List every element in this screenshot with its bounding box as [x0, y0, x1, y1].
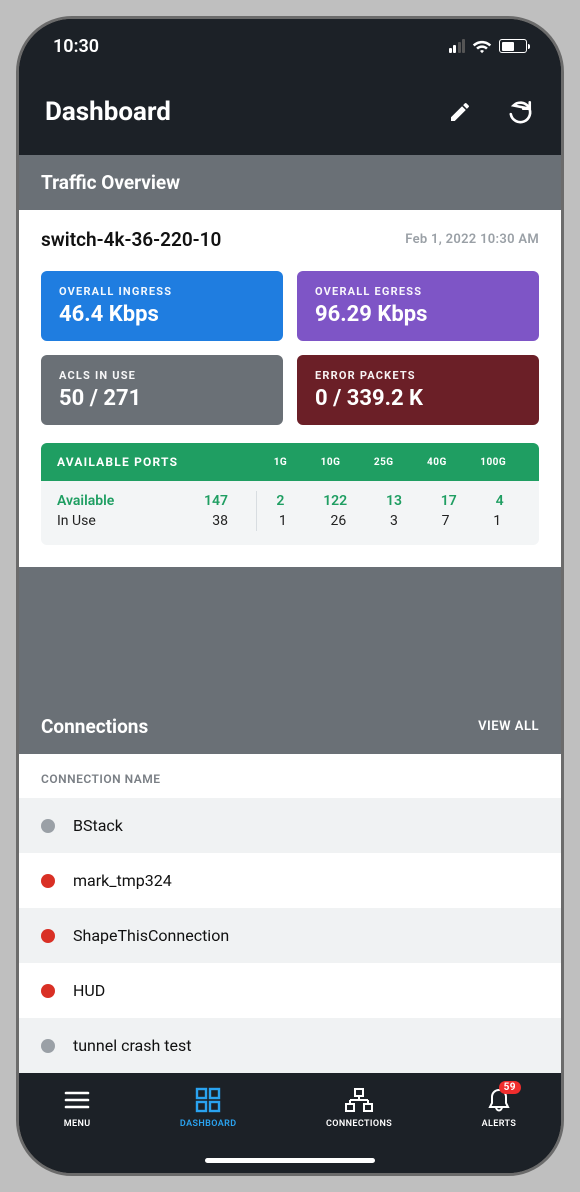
ports-inuse-label: In Use [57, 513, 96, 529]
device-row: switch-4k-36-220-10 Feb 1, 2022 10:30 AM [19, 210, 561, 261]
connections-icon [344, 1087, 374, 1113]
status-right [449, 39, 528, 54]
phone-frame: 10:30 Dashboard Traffic Overview switch-… [16, 16, 564, 1176]
section-gap [19, 567, 561, 699]
connection-name: HUD [73, 981, 105, 1000]
refresh-icon [507, 99, 533, 125]
nav-dashboard-label: DASHBOARD [180, 1119, 237, 1129]
metric-errors-value: 0 / 339.2 K [315, 386, 521, 411]
view-all-button[interactable]: VIEW ALL [478, 719, 539, 734]
status-dot-icon [41, 984, 55, 998]
connection-name: ShapeThisConnection [73, 926, 229, 945]
refresh-button[interactable] [505, 97, 535, 127]
wifi-icon [472, 39, 492, 54]
connections-section-title: Connections [41, 715, 148, 738]
connection-name: mark_tmp324 [73, 871, 172, 890]
ports-col-100g: 100G [480, 457, 506, 468]
ports-inuse-by-speed: 1 26 3 7 1 [257, 511, 523, 531]
ports-columns: 1G 10G 25G 40G 100G [257, 457, 523, 468]
status-dot-icon [41, 874, 55, 888]
connection-row[interactable]: tunnel crash test [19, 1018, 561, 1073]
status-dot-icon [41, 1039, 55, 1053]
bottom-nav: MENU DASHBOARD CONNECTIONS 59 ALERTS [19, 1073, 561, 1173]
ports-inuse-row: In Use 38 [57, 511, 248, 531]
metric-egress-value: 96.29 Kbps [315, 302, 521, 327]
device-name: switch-4k-36-220-10 [41, 228, 221, 251]
device-timestamp: Feb 1, 2022 10:30 AM [405, 232, 539, 247]
status-dot-icon [41, 819, 55, 833]
connection-row[interactable]: HUD [19, 963, 561, 1018]
battery-icon [499, 39, 527, 53]
connection-name: tunnel crash test [73, 1036, 192, 1055]
cellular-signal-icon [449, 39, 466, 53]
metric-errors[interactable]: ERROR PACKETS 0 / 339.2 K [297, 355, 539, 425]
app-header: Dashboard [19, 73, 561, 155]
edit-button[interactable] [445, 97, 475, 127]
nav-connections-label: CONNECTIONS [326, 1119, 392, 1129]
hamburger-icon [64, 1090, 90, 1110]
connection-row[interactable]: BStack [19, 798, 561, 853]
connection-name: BStack [73, 816, 123, 835]
ports-available-total: 147 [204, 493, 228, 509]
pencil-icon [448, 100, 472, 124]
ports-available-by-speed: 2 122 13 17 4 [257, 491, 523, 511]
metric-ingress-value: 46.4 Kbps [59, 302, 265, 327]
metric-ingress-label: OVERALL INGRESS [59, 285, 265, 298]
ports-title: AVAILABLE PORTS [57, 455, 257, 469]
ports-header: AVAILABLE PORTS 1G 10G 25G 40G 100G [41, 443, 539, 481]
connection-row[interactable]: ShapeThisConnection [19, 908, 561, 963]
nav-dashboard[interactable]: DASHBOARD [180, 1087, 237, 1129]
ports-available-row: Available 147 [57, 491, 248, 511]
status-bar: 10:30 [19, 19, 561, 73]
connections-section-header: Connections VIEW ALL [19, 699, 561, 754]
ports-available-label: Available [57, 493, 114, 509]
metrics-grid: OVERALL INGRESS 46.4 Kbps OVERALL EGRESS… [19, 261, 561, 425]
metric-acls-value: 50 / 271 [59, 386, 265, 411]
nav-connections[interactable]: CONNECTIONS [326, 1087, 392, 1129]
main-content: switch-4k-36-220-10 Feb 1, 2022 10:30 AM… [19, 210, 561, 1073]
nav-menu[interactable]: MENU [64, 1087, 91, 1129]
ports-col-10g: 10G [321, 457, 341, 468]
status-dot-icon [41, 929, 55, 943]
dashboard-icon [195, 1087, 221, 1113]
ports-body: Available 147 In Use 38 2 122 13 [41, 481, 539, 545]
traffic-section-title: Traffic Overview [41, 171, 180, 194]
connections-column-header: CONNECTION NAME [19, 754, 561, 798]
nav-alerts-label: ALERTS [482, 1119, 517, 1129]
ports-inuse-total: 38 [212, 513, 228, 529]
metric-acls[interactable]: ACLS IN USE 50 / 271 [41, 355, 283, 425]
metric-egress-label: OVERALL EGRESS [315, 285, 521, 298]
ports-col-1g: 1G [274, 457, 288, 468]
ports-col-25g: 25G [374, 457, 394, 468]
connection-row[interactable]: mark_tmp324 [19, 853, 561, 908]
metric-acls-label: ACLS IN USE [59, 369, 265, 382]
home-indicator[interactable] [205, 1158, 375, 1163]
metric-errors-label: ERROR PACKETS [315, 369, 521, 382]
ports-panel: AVAILABLE PORTS 1G 10G 25G 40G 100G Avai… [19, 425, 561, 567]
connections-list: BStack mark_tmp324 ShapeThisConnection H… [19, 798, 561, 1073]
alerts-badge: 59 [499, 1081, 521, 1094]
nav-menu-label: MENU [64, 1119, 91, 1129]
status-time: 10:30 [53, 36, 99, 57]
metric-egress[interactable]: OVERALL EGRESS 96.29 Kbps [297, 271, 539, 341]
metric-ingress[interactable]: OVERALL INGRESS 46.4 Kbps [41, 271, 283, 341]
page-title: Dashboard [45, 97, 171, 127]
ports-col-40g: 40G [427, 457, 447, 468]
traffic-section-header: Traffic Overview [19, 155, 561, 210]
nav-alerts[interactable]: 59 ALERTS [482, 1087, 517, 1129]
